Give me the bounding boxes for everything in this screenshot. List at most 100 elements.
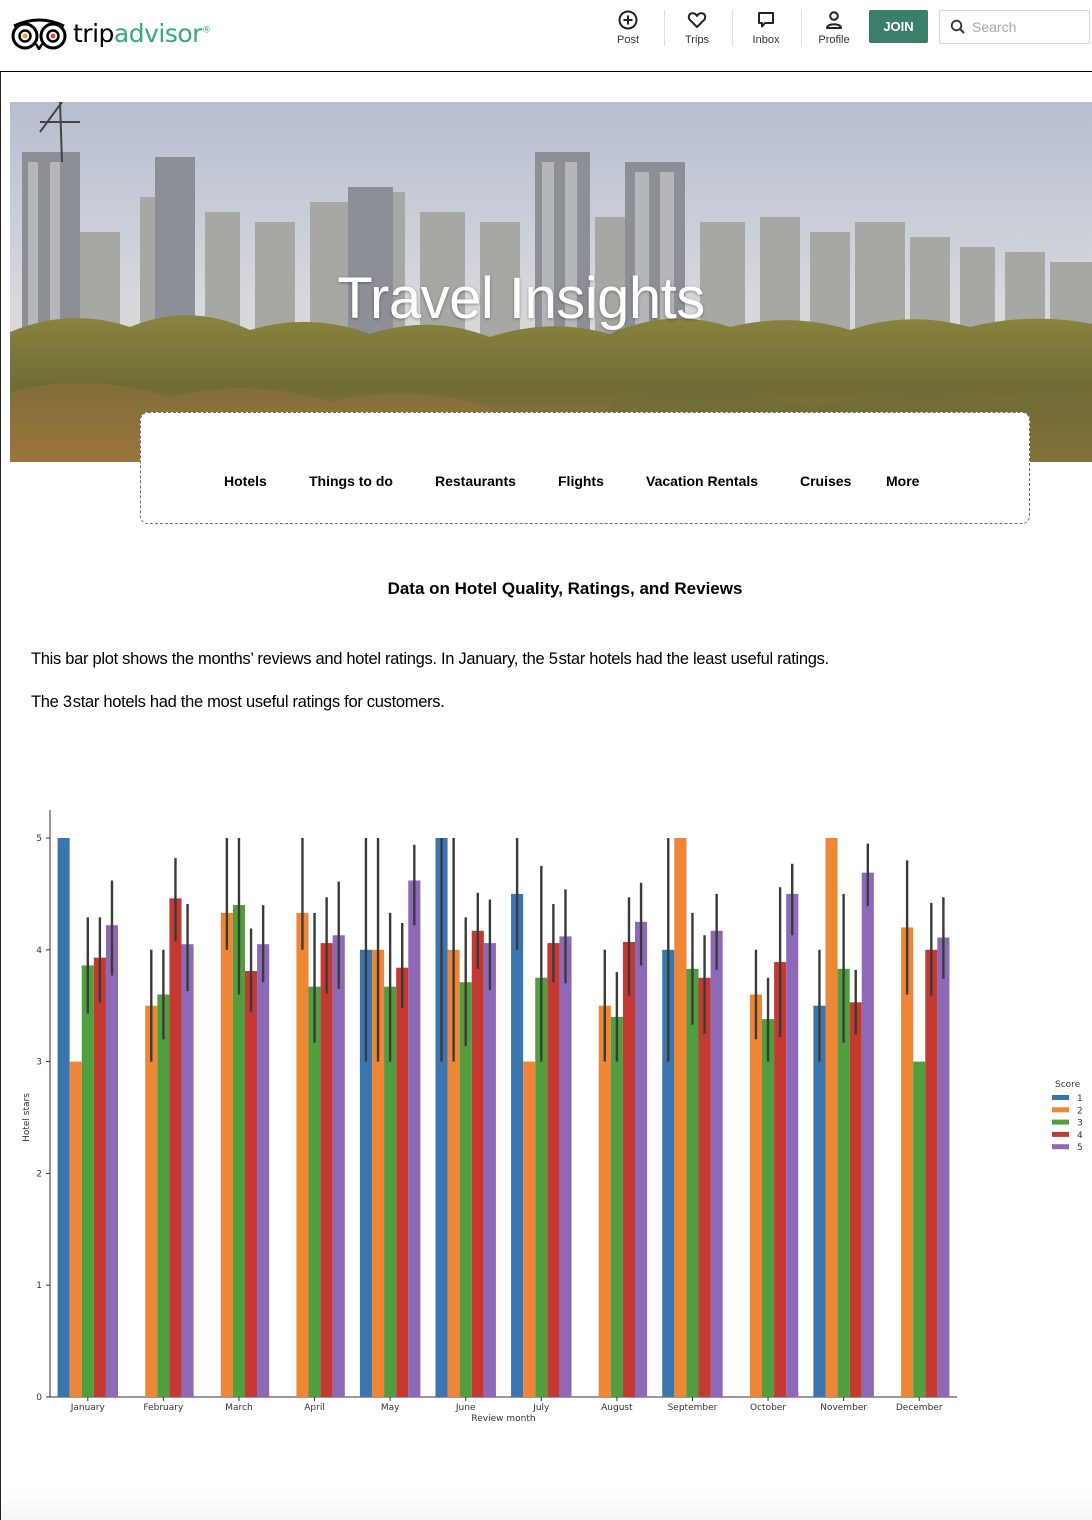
bar-december-score-4 xyxy=(925,949,938,1397)
nav-post[interactable]: Post xyxy=(600,9,656,46)
nav-profile[interactable]: Profile xyxy=(806,9,862,46)
bar-march-score-5 xyxy=(257,944,270,1397)
hotel-stars-bar-chart: 0 1 2 3 4 5 January February March April May June Ju… xyxy=(22,810,1083,1424)
bar-august-score-5 xyxy=(635,921,648,1397)
nav-post-label: Post xyxy=(616,34,639,46)
nav-divider xyxy=(664,10,665,46)
bar-february-score-3 xyxy=(157,994,170,1397)
bar-april-score-5 xyxy=(332,935,345,1397)
bar-november-score-4 xyxy=(849,1002,862,1397)
bar-march-score-2 xyxy=(220,912,233,1397)
bar-august-score-4 xyxy=(622,941,636,1397)
x-tick-label-february: February xyxy=(143,1403,184,1413)
legend-title: Score xyxy=(1055,1080,1081,1090)
category-nav-panel: Hotels Things to do Restaurants Flights … xyxy=(140,412,1030,524)
hero-banner: Travel Insights xyxy=(10,102,1092,462)
description-paragraph-1: This bar plot shows the months’ reviews … xyxy=(31,650,829,668)
nav-inbox[interactable]: Inbox xyxy=(738,9,794,46)
category-more[interactable]: More xyxy=(886,473,919,489)
bar-september-score-5 xyxy=(710,930,723,1397)
x-tick-label-september: September xyxy=(668,1403,718,1413)
legend-label-score-2: 2 xyxy=(1077,1106,1083,1116)
top-navigation-bar: tripadvisor® Post Trips Inbox Profile JO… xyxy=(0,0,1092,72)
join-button[interactable]: JOIN xyxy=(869,10,928,43)
nav-divider xyxy=(801,10,802,46)
bar-december-score-2 xyxy=(901,927,914,1397)
nav-divider xyxy=(732,10,733,46)
bar-december-score-5 xyxy=(937,937,950,1397)
search-icon xyxy=(950,19,965,34)
x-tick-label-november: November xyxy=(820,1403,867,1413)
bar-january-score-1 xyxy=(57,838,70,1397)
x-tick-label-july: July xyxy=(532,1403,550,1413)
bar-may-score-5 xyxy=(408,880,421,1397)
bar-may-score-4 xyxy=(396,967,409,1397)
bar-april-score-2 xyxy=(296,912,309,1397)
nav-trips[interactable]: Trips xyxy=(669,9,725,46)
bar-september-score-2 xyxy=(674,838,687,1397)
bar-july-score-2 xyxy=(523,1061,536,1397)
category-vacation-rentals[interactable]: Vacation Rentals xyxy=(646,473,758,489)
category-flights[interactable]: Flights xyxy=(558,473,604,489)
nav-trips-label: Trips xyxy=(684,34,710,46)
bar-november-score-5 xyxy=(861,872,874,1397)
page-footer-area xyxy=(1,1490,1092,1520)
chat-icon xyxy=(758,12,774,28)
bar-june-score-4 xyxy=(471,930,484,1397)
y-tick-label: 5 xyxy=(36,834,42,844)
y-tick-label: 3 xyxy=(36,1058,42,1068)
legend-swatch-score-3 xyxy=(1052,1119,1069,1125)
bar-october-score-2 xyxy=(749,994,762,1397)
search-input[interactable] xyxy=(972,19,1082,35)
category-cruises[interactable]: Cruises xyxy=(800,473,851,489)
x-axis-label: Review month xyxy=(471,1414,535,1424)
x-tick-label-august: August xyxy=(601,1403,633,1413)
bar-april-score-4 xyxy=(320,943,333,1397)
bar-november-score-2 xyxy=(825,838,838,1397)
bar-january-score-4 xyxy=(93,957,106,1397)
section-title: Data on Hotel Quality, Ratings, and Revi… xyxy=(387,579,743,598)
owl-eyes-icon xyxy=(11,18,67,50)
category-hotels[interactable]: Hotels xyxy=(224,473,267,489)
legend-label-score-5: 5 xyxy=(1077,1143,1083,1153)
tripadvisor-logo[interactable]: tripadvisor® xyxy=(10,16,211,50)
category-restaurants[interactable]: Restaurants xyxy=(435,473,516,489)
bar-august-score-2 xyxy=(598,1005,611,1397)
bar-february-score-4 xyxy=(169,898,182,1397)
legend-label-score-3: 3 xyxy=(1077,1119,1083,1129)
bar-january-score-3 xyxy=(81,965,94,1397)
bar-august-score-3 xyxy=(610,1016,623,1397)
nav-inbox-label: Inbox xyxy=(752,34,780,46)
search-box[interactable] xyxy=(939,10,1090,44)
bar-september-score-3 xyxy=(686,968,699,1397)
bar-february-score-2 xyxy=(145,1005,158,1397)
x-tick-label-june: June xyxy=(455,1403,476,1413)
y-axis-label: Hotel stars xyxy=(22,1093,32,1142)
x-tick-label-may: May xyxy=(381,1403,400,1413)
legend-swatch-score-4 xyxy=(1052,1131,1069,1137)
bar-december-score-3 xyxy=(913,1061,926,1397)
x-tick-label-december: December xyxy=(896,1403,943,1413)
heart-icon xyxy=(687,12,707,28)
bar-july-score-1 xyxy=(511,893,524,1397)
x-tick-label-march: March xyxy=(225,1403,252,1413)
bar-january-score-2 xyxy=(69,1061,82,1397)
bar-october-score-5 xyxy=(786,893,799,1397)
bar-april-score-3 xyxy=(308,986,321,1397)
x-tick-label-april: April xyxy=(304,1403,325,1413)
nav-profile-label: Profile xyxy=(818,34,850,46)
y-tick-label: 0 xyxy=(36,1393,42,1403)
bar-february-score-5 xyxy=(181,944,194,1397)
bar-july-score-4 xyxy=(547,943,560,1397)
user-icon xyxy=(826,11,842,29)
x-tick-label-january: January xyxy=(70,1403,106,1413)
hero-title: Travel Insights xyxy=(337,266,705,331)
category-things-to-do[interactable]: Things to do xyxy=(309,473,393,489)
y-tick-label: 1 xyxy=(36,1281,42,1291)
legend-swatch-score-1 xyxy=(1052,1095,1069,1100)
bar-january-score-5 xyxy=(105,925,119,1397)
y-tick-label: 4 xyxy=(36,946,42,956)
description-paragraph-2: The 3 star hotels had the most useful ra… xyxy=(31,693,445,711)
brand-wordmark: tripadvisor® xyxy=(73,18,211,48)
legend-swatch-score-5 xyxy=(1052,1144,1069,1150)
